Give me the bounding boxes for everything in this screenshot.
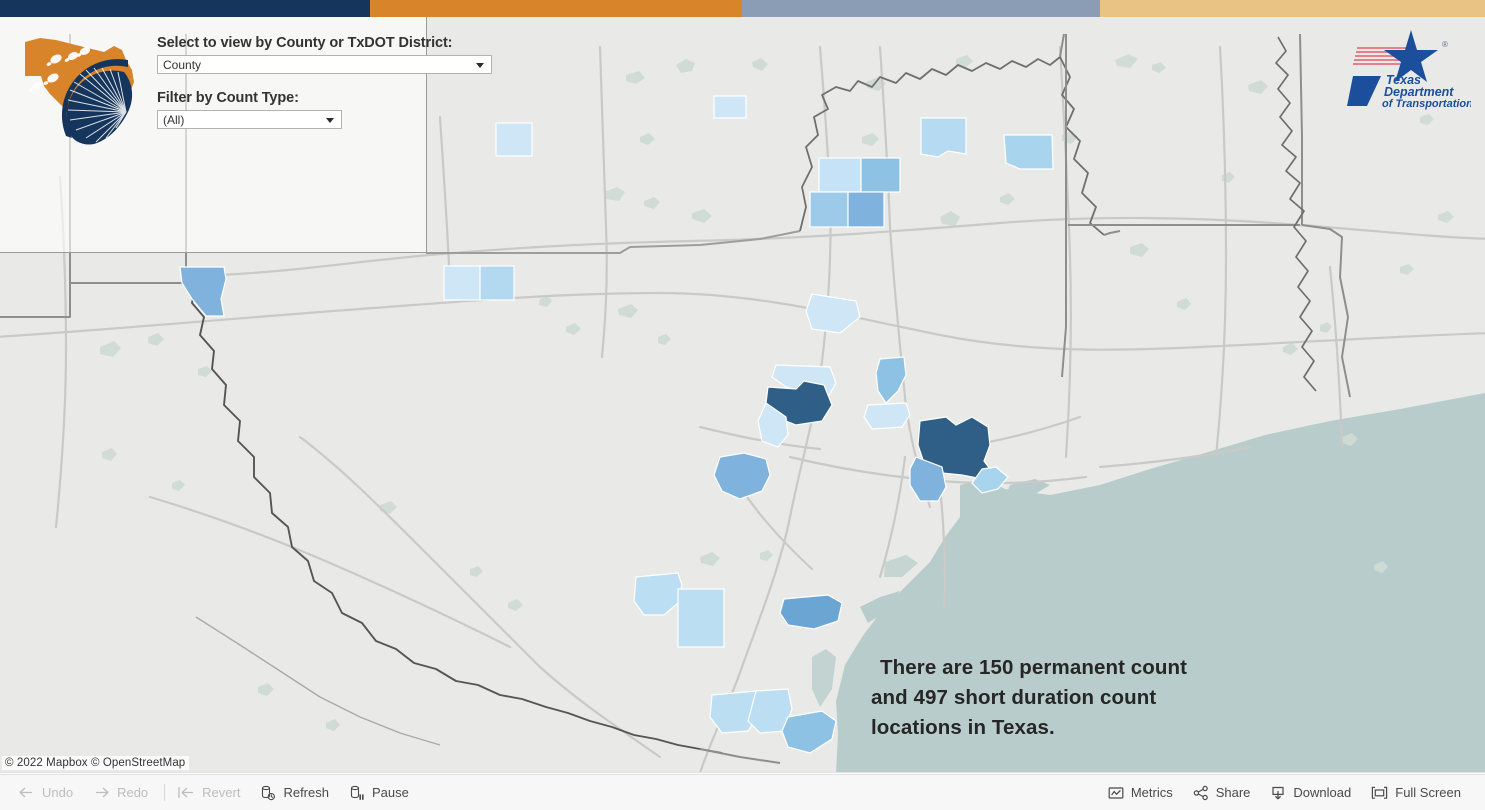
- county-polygon[interactable]: [809, 191, 849, 228]
- count-type-value: (All): [163, 112, 185, 127]
- view-by-value: County: [163, 57, 202, 72]
- download-arrow-icon: [1270, 785, 1286, 801]
- database-refresh-icon: [260, 785, 276, 801]
- summary-callout: There are 150 permanent count and 497 sh…: [871, 653, 1271, 743]
- revert-arrow-icon: [177, 785, 195, 800]
- download-label: Download: [1293, 785, 1352, 800]
- texas-bike-pedestrian-logo: [25, 38, 134, 145]
- metrics-label: Metrics: [1130, 785, 1173, 800]
- view-by-label: Select to view by County or TxDOT Distri…: [157, 35, 453, 51]
- pause-label: Pause: [371, 785, 409, 800]
- count-type-label: Filter by Count Type:: [157, 90, 299, 106]
- chevron-down-icon[interactable]: [326, 117, 334, 123]
- band-segment-tan: [1100, 0, 1485, 17]
- refresh-button[interactable]: Refresh: [250, 782, 339, 804]
- metrics-button[interactable]: Metrics: [1098, 782, 1183, 804]
- callout-line-3: locations in Texas.: [871, 716, 1055, 739]
- toolbar-divider: [164, 784, 166, 801]
- callout-line-2: and 497 short duration count: [871, 686, 1157, 709]
- registered-mark: ®: [1442, 40, 1448, 49]
- fullscreen-label: Full Screen: [1395, 785, 1461, 800]
- txdot-word-department: Department: [1384, 85, 1454, 99]
- county-polygon[interactable]: [847, 191, 885, 228]
- county-polygon[interactable]: [1003, 134, 1054, 170]
- undo-label: Undo: [42, 785, 74, 800]
- txdot-slash-shape: [1347, 76, 1381, 106]
- dashboard-toolbar: Undo Redo Revert Refresh Pause Metrics S…: [0, 774, 1485, 810]
- callout-line-1: There are 150 permanent count: [880, 656, 1188, 679]
- county-polygon[interactable]: [495, 122, 533, 157]
- redo-button[interactable]: Redo: [83, 782, 158, 803]
- txdot-logo: ® Texas Department of Transportation: [1347, 30, 1471, 110]
- county-polygon[interactable]: [920, 117, 967, 158]
- band-segment-navy: [0, 0, 370, 17]
- tableau-dashboard: There are 150 permanent count and 497 sh…: [0, 0, 1485, 810]
- view-by-select[interactable]: County: [157, 55, 492, 74]
- download-button[interactable]: Download: [1260, 782, 1361, 804]
- county-polygon[interactable]: [443, 265, 481, 301]
- toolbar-left-group: Undo Redo Revert Refresh Pause: [0, 782, 419, 804]
- share-nodes-icon: [1193, 785, 1209, 801]
- chevron-down-icon[interactable]: [476, 62, 484, 68]
- txdot-word-transportation: of Transportation: [1382, 98, 1471, 110]
- revert-button[interactable]: Revert: [167, 782, 250, 803]
- county-polygon[interactable]: [479, 265, 515, 301]
- band-segment-orange: [370, 0, 742, 17]
- county-polygon[interactable]: [818, 157, 862, 193]
- pause-button[interactable]: Pause: [339, 782, 419, 804]
- arrow-right-icon: [93, 785, 110, 800]
- revert-label: Revert: [202, 785, 241, 800]
- decorative-color-band: [0, 0, 1485, 17]
- fullscreen-button[interactable]: Full Screen: [1361, 782, 1471, 804]
- county-polygon[interactable]: [860, 157, 901, 193]
- metrics-chart-icon: [1108, 785, 1124, 801]
- county-polygon[interactable]: [713, 95, 747, 119]
- undo-button[interactable]: Undo: [8, 782, 83, 803]
- count-type-select[interactable]: (All): [157, 110, 342, 129]
- band-segment-slate: [742, 0, 1100, 17]
- refresh-label: Refresh: [283, 785, 329, 800]
- share-button[interactable]: Share: [1183, 782, 1261, 804]
- fullscreen-expand-icon: [1371, 785, 1388, 801]
- share-label: Share: [1215, 785, 1251, 800]
- database-pause-icon: [349, 785, 365, 801]
- toolbar-right-group: Metrics Share Download Full Screen: [1098, 782, 1485, 804]
- redo-label: Redo: [117, 785, 149, 800]
- county-polygon[interactable]: [677, 588, 725, 648]
- arrow-left-icon: [18, 785, 35, 800]
- county-polygon[interactable]: [863, 402, 911, 430]
- map-attribution[interactable]: © 2022 Mapbox © OpenStreetMap: [2, 756, 190, 770]
